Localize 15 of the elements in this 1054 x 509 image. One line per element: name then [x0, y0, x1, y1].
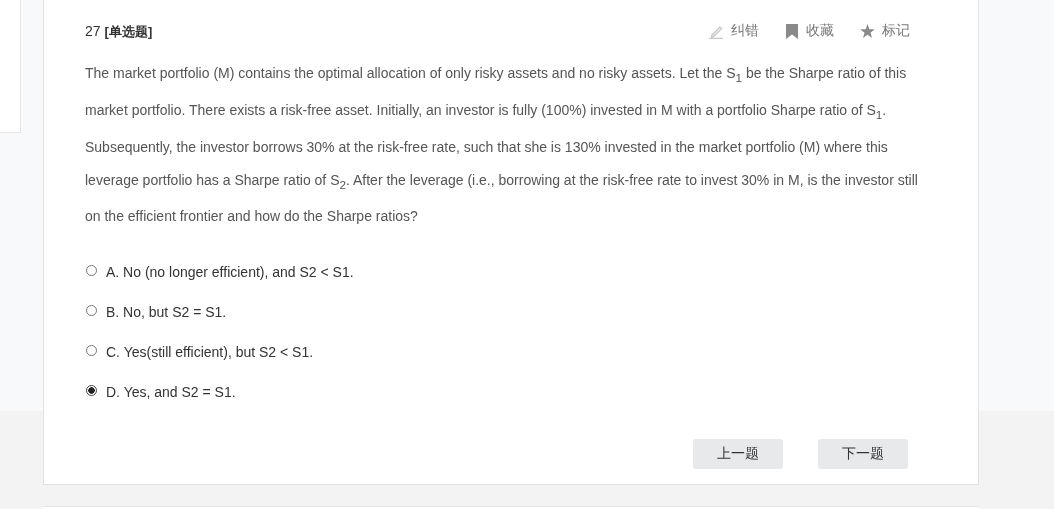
radio-button[interactable] — [86, 384, 97, 396]
answer-option[interactable]: A. No (no longer efficient), and S2 < S1. — [86, 261, 938, 284]
answer-option[interactable]: B. No, but S2 = S1. — [86, 301, 938, 324]
answer-option[interactable]: D. Yes, and S2 = S1. — [86, 381, 938, 404]
action-link[interactable]: 收藏 — [785, 22, 834, 40]
nav-button[interactable]: 上一题 — [693, 439, 783, 470]
bookmark-icon — [785, 23, 799, 39]
question-type: [单选题] — [104, 23, 153, 39]
question-text: The market portfolio (M) contains the optimal allocation of only risky assets and no risky assets. Let the S$_{1}$ be the Sharpe ratio of this market portfolio. There exists a risk-free asset. Initially, an investor is fully (100%) invested in M with a portfolio Sharpe ratio of S$_{1}$. Subsequently, the investor borrows 30% at the risk-free rate, such that she is 130% invested in the market portfolio (M) where this leverage portfolio has a Sharpe ratio of S$_{2}$. After the leverage (i.e., borrowing at the risk-free rate to invest 30% in M, is the investor still on the efficient frontier and how do the Sharpe ratios? — [85, 64, 919, 227]
answer-option[interactable]: C. Yes(still efficient), but S2 < S1. — [86, 341, 938, 364]
action-link[interactable]: 纠错 — [708, 22, 759, 40]
action-link[interactable]: 标记 — [860, 22, 910, 40]
nav-button[interactable]: 下一题 — [818, 439, 908, 470]
star-icon — [860, 24, 875, 38]
question-number: 27 — [85, 22, 101, 39]
